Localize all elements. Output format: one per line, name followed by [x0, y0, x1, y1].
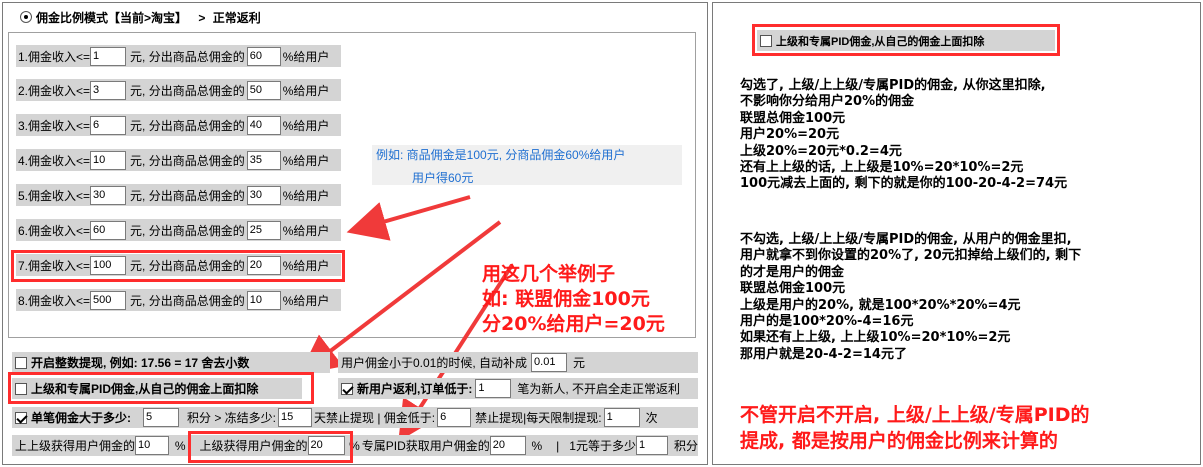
p1-line: 不影响你分给用户20%的佣金	[740, 94, 915, 110]
explanation-paragraph-1: 勾选了, 上级/上上级/专属PID的佣金, 从你这里扣除, 不影响你分给用户20…	[740, 78, 1067, 193]
grand-parent-label: 上上级获得用户佣金的	[15, 439, 136, 453]
min-commission-label: 用户佣金小于0.01的时候, 自动补成	[341, 356, 528, 370]
min-commission-input[interactable]: 0.01	[531, 353, 568, 372]
grand-parent-unit: %	[174, 438, 186, 453]
p2-line: 用户就拿不到你设置的20%了, 20元扣掉给上级们的, 剩下	[740, 248, 1082, 264]
yuan-points-label: 1元等于多少	[569, 439, 636, 453]
min-withdraw-input[interactable]: 6	[437, 408, 472, 427]
points-freeze-label: 积分 > 冻结多少:	[187, 411, 277, 425]
explanation-paragraph-2: 不勾选, 上级/上上级/专属PID的佣金, 从用户的佣金里扣, 用户就拿不到你设…	[740, 232, 1081, 363]
p1-line: 100元减去上面的, 剩下的就是你的100-20-4-2=74元	[740, 176, 1068, 192]
conclusion-line-1: 不管开启不开启, 上级/上上级/专属PID的	[740, 404, 1090, 426]
new-user-checkbox[interactable]	[341, 382, 353, 395]
freeze-days-input[interactable]: 15	[278, 408, 313, 427]
p2-line: 用户的是100*20%-4=16元	[740, 314, 914, 330]
arrow-to-tier-6	[346, 195, 471, 241]
p1-line: 勾选了, 上级/上上级/专属PID的佣金, 从你这里扣除,	[740, 78, 1046, 93]
single-commission-input[interactable]: 5	[143, 408, 179, 427]
p1-line: 还有上上级的话, 上上级是10%=20*10%=2元	[740, 160, 1024, 176]
daily-limit-note: 禁止提现|每天限制提现:	[475, 411, 602, 425]
daily-limit-unit: 次	[645, 411, 658, 425]
single-commission-row: 单笔佣金大于多少: 5 积分 > 冻结多少: 15 天禁止提现 | 佣金低于: …	[12, 407, 698, 428]
highlight-parent-deduct	[8, 372, 314, 404]
min-commission-unit: 元	[573, 356, 586, 370]
highlight-right-checkbox	[752, 24, 1060, 56]
new-user-label: 新用户返利,订单低于:	[357, 382, 473, 396]
annotation-line-2: 如: 联盟佣金100元	[482, 288, 650, 310]
pid-separator: |	[556, 438, 560, 453]
pid-label: 专属PID获取用户佣金的	[361, 439, 490, 453]
new-user-input[interactable]: 1	[475, 379, 512, 398]
integer-withdraw-label: 开启整数提现, 例如: 17.56 = 17 舍去小数	[31, 356, 250, 370]
pid-unit: %	[531, 438, 543, 453]
level-share-row: 上上级获得用户佣金的 10 % 上级获得用户佣金的 20 % 专属PID获取用户…	[12, 435, 698, 456]
single-commission-label: 单笔佣金大于多少:	[31, 411, 131, 425]
highlight-parent-percent	[188, 431, 353, 463]
yuan-points-unit: 积分	[673, 439, 698, 453]
p2-line: 上级是用户的20%, 就是100*20%*20%=4元	[740, 297, 1021, 313]
min-commission-row: 用户佣金小于0.01的时候, 自动补成 0.01 元	[338, 352, 698, 373]
single-commission-checkbox[interactable]	[15, 411, 27, 424]
p1-line: 上级20%=20元*0.2=4元	[740, 143, 902, 159]
p2-line: 联盟总佣金100元	[740, 281, 846, 297]
yuan-points-input[interactable]: 1	[635, 436, 668, 455]
p1-line: 联盟总佣金100元	[740, 110, 846, 126]
integer-withdraw-checkbox[interactable]	[15, 356, 27, 369]
new-user-note: 笔为新人, 不开启全走正常返利	[517, 382, 681, 396]
p2-line: 如果还有上上级, 上上级10%=20*10%=2元	[740, 330, 1011, 346]
arrow-to-parent-deduct	[299, 220, 502, 375]
daily-limit-input[interactable]: 1	[603, 408, 640, 427]
grand-parent-input[interactable]: 10	[135, 436, 169, 455]
integer-withdraw-row[interactable]: 开启整数提现, 例如: 17.56 = 17 舍去小数	[12, 352, 330, 373]
annotation-line-3: 分20%给用户=20元	[482, 313, 665, 335]
pid-input[interactable]: 20	[489, 436, 526, 455]
p1-line: 用户20%=20元	[740, 127, 840, 143]
p2-line: 那用户就是20-4-2=14元了	[740, 346, 907, 362]
p2-line: 的才是用户的佣金	[740, 264, 845, 280]
freeze-note: 天禁止提现 | 佣金低于:	[314, 411, 436, 425]
new-user-row: 新用户返利,订单低于: 1 笔为新人, 不开启全走正常返利	[338, 378, 698, 399]
p2-line: 不勾选, 上级/上上级/专属PID的佣金, 从用户的佣金里扣,	[740, 232, 1072, 247]
highlight-tier-7	[11, 250, 345, 282]
annotation-line-1: 用这几个举例子	[482, 263, 616, 285]
conclusion-line-2: 提成, 都是按用户的佣金比例来计算的	[740, 430, 1058, 452]
